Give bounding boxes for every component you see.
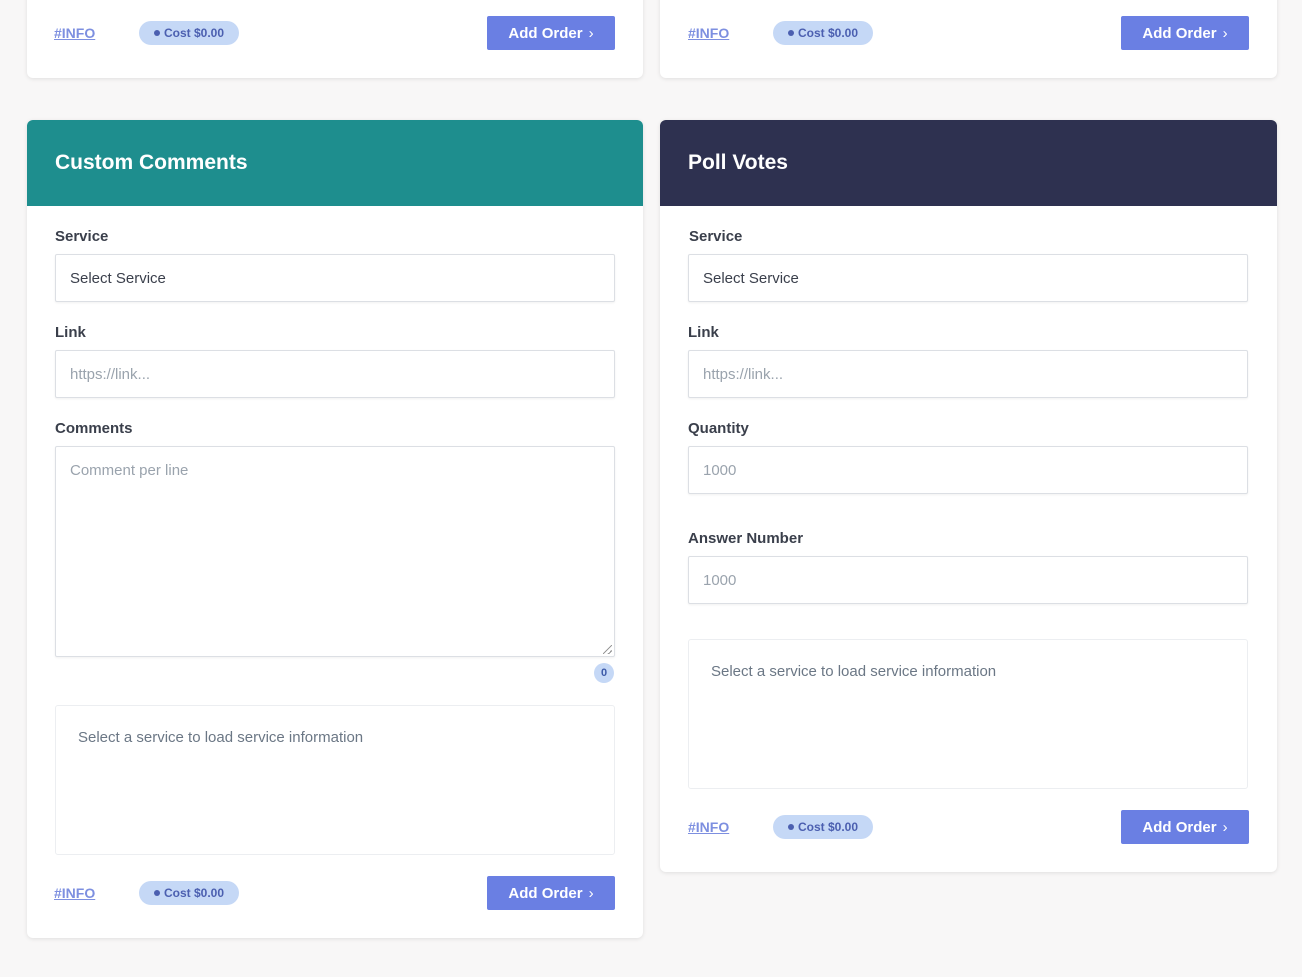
custom-comments-card: Custom Comments Service Select Service L… [27, 120, 643, 938]
link-input[interactable]: https://link... [688, 350, 1248, 398]
service-label: Service [55, 228, 109, 245]
info-link[interactable]: #INFO [688, 25, 729, 41]
custom-comments-body: Service Select Service Link https://link… [27, 206, 643, 938]
poll-votes-header: Poll Votes [660, 120, 1277, 206]
info-link[interactable]: #INFO [54, 885, 95, 901]
add-order-label: Add Order [508, 884, 583, 902]
answer-number-label: Answer Number [688, 530, 804, 547]
cost-text: Cost $0.00 [797, 820, 859, 834]
service-info-text: Select a service to load service informa… [711, 663, 997, 680]
add-order-button[interactable]: Add Order › [487, 876, 615, 910]
poll-votes-card: Poll Votes Service Select Service Link h… [660, 120, 1277, 872]
add-order-label: Add Order [1142, 24, 1217, 42]
custom-comments-header: Custom Comments [27, 120, 643, 206]
service-select[interactable]: Select Service [55, 254, 615, 302]
chevron-right-icon: › [1222, 24, 1228, 42]
chevron-right-icon: › [588, 884, 594, 902]
quantity-placeholder: 1000 [703, 461, 737, 479]
cost-badge: Cost $0.00 [773, 21, 873, 45]
cost-text: Cost $0.00 [797, 26, 859, 40]
cost-badge: Cost $0.00 [773, 815, 873, 839]
status-dot-icon [787, 30, 794, 36]
add-order-label: Add Order [1142, 818, 1217, 836]
service-info-box: Select a service to load service informa… [688, 639, 1248, 789]
link-label: Link [55, 324, 86, 341]
comments-label: Comments [55, 420, 133, 437]
add-order-button[interactable]: Add Order › [487, 16, 615, 50]
poll-votes-body: Service Select Service Link https://link… [660, 206, 1277, 872]
add-order-button[interactable]: Add Order › [1121, 810, 1249, 844]
previous-card-left: #INFO Cost $0.00 Add Order › [27, 0, 643, 78]
answer-number-placeholder: 1000 [703, 571, 737, 589]
link-placeholder: https://link... [703, 365, 784, 383]
status-dot-icon [787, 824, 794, 830]
comments-placeholder: Comment per line [70, 462, 189, 479]
add-order-button[interactable]: Add Order › [1121, 16, 1249, 50]
info-link[interactable]: #INFO [54, 25, 95, 41]
service-info-box: Select a service to load service informa… [55, 705, 615, 855]
add-order-label: Add Order [508, 24, 583, 42]
info-link[interactable]: #INFO [688, 819, 729, 835]
chevron-right-icon: › [588, 24, 594, 42]
resize-handle-icon[interactable] [603, 645, 612, 654]
service-label: Service [689, 228, 743, 245]
previous-card-right: #INFO Cost $0.00 Add Order › [660, 0, 1277, 78]
comment-count-badge: 0 [594, 663, 614, 683]
status-dot-icon [153, 30, 160, 36]
quantity-label: Quantity [688, 420, 749, 437]
cost-badge: Cost $0.00 [139, 881, 239, 905]
card-title: Poll Votes [688, 151, 788, 174]
link-label: Link [688, 324, 719, 341]
service-select[interactable]: Select Service [688, 254, 1248, 302]
card-title: Custom Comments [55, 151, 248, 174]
link-input[interactable]: https://link... [55, 350, 615, 398]
cost-text: Cost $0.00 [163, 26, 225, 40]
service-select-value: Select Service [703, 269, 799, 287]
comments-textarea[interactable]: Comment per line [55, 446, 615, 657]
quantity-input[interactable]: 1000 [688, 446, 1248, 494]
answer-number-input[interactable]: 1000 [688, 556, 1248, 604]
service-info-text: Select a service to load service informa… [78, 729, 364, 746]
link-placeholder: https://link... [70, 365, 151, 383]
chevron-right-icon: › [1222, 818, 1228, 836]
cost-badge: Cost $0.00 [139, 21, 239, 45]
cost-text: Cost $0.00 [163, 886, 225, 900]
service-select-value: Select Service [70, 269, 166, 287]
status-dot-icon [153, 890, 160, 896]
